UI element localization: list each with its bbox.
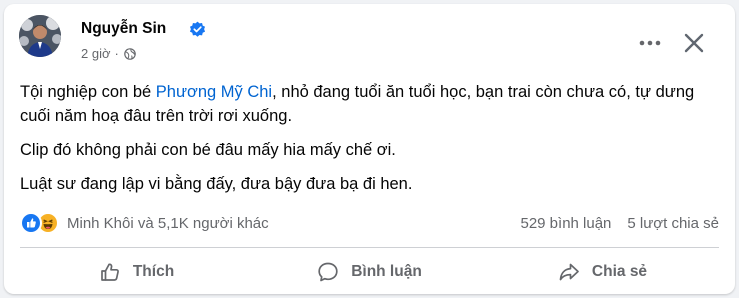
share-button[interactable]: Chia sẻ (486, 252, 719, 292)
more-dots-icon (639, 40, 661, 46)
reaction-summary-text: Minh Khôi và 5,1K người khác (67, 214, 269, 232)
reaction-summary[interactable]: Minh Khôi và 5,1K người khác (20, 212, 269, 234)
mention-link[interactable]: Phương Mỹ Chi (156, 83, 272, 101)
share-count[interactable]: 5 lượt chia sẻ (627, 215, 719, 232)
like-reaction-icon (20, 212, 42, 234)
post-paragraph: Tội nghiệp con bé Phương Mỹ Chi, nhỏ đan… (20, 83, 695, 125)
comment-bubble-icon (318, 262, 338, 282)
engagement-stats: 529 bình luận 5 lượt chia sẻ (520, 215, 719, 232)
more-options-button[interactable] (632, 25, 668, 61)
avatar[interactable] (19, 15, 61, 57)
author-name[interactable]: Nguyễn Sin (81, 20, 166, 38)
comment-button-label: Bình luận (351, 263, 422, 280)
post-meta: 2 giờ · (81, 46, 136, 61)
share-button-label: Chia sẻ (591, 263, 648, 280)
share-arrow-icon (559, 263, 579, 281)
globe-icon (124, 47, 136, 60)
comment-count[interactable]: 529 bình luận (520, 215, 611, 232)
like-button-label: Thích (132, 263, 175, 280)
post-card: Nguyễn Sin 2 giờ · Tội nghiệp con bé Phư… (4, 4, 735, 294)
post-time[interactable]: 2 giờ (81, 46, 111, 61)
post-paragraph: Luật sư đang lập vi bằng đấy, đưa bậy đư… (20, 175, 413, 193)
action-bar: Thích Bình luận Chia sẻ (20, 252, 719, 292)
post-paragraph: Clip đó không phải con bé đâu mấy hia mấ… (20, 141, 396, 159)
divider (20, 247, 719, 248)
thumbs-up-icon (100, 263, 119, 281)
comment-button[interactable]: Bình luận (253, 252, 486, 292)
close-icon (684, 33, 704, 53)
close-button[interactable] (676, 25, 712, 61)
verified-icon (189, 21, 206, 37)
like-button[interactable]: Thích (20, 252, 253, 292)
meta-separator: · (114, 46, 119, 61)
post-body: Tội nghiệp con bé Phương Mỹ Chi, nhỏ đan… (20, 80, 720, 206)
